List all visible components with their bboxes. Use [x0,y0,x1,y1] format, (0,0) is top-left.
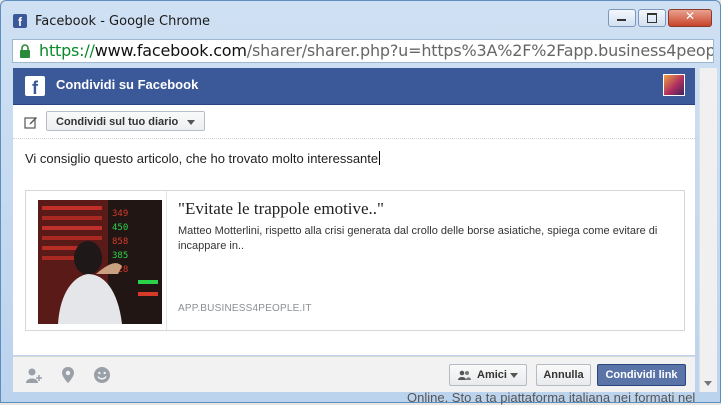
link-description: Matteo Motterlini, rispetto alla crisi g… [178,225,658,252]
ticker-1: 349 [112,209,128,219]
text-cursor [379,151,381,165]
caret-down-icon [187,120,196,125]
share-target-label: Condividi sul tuo diario [56,116,179,128]
smiley-icon[interactable] [93,366,111,384]
share-target-dropdown[interactable]: Condividi sul tuo diario [46,111,206,131]
dialog-header: f Condividi su Facebook [13,68,695,105]
close-icon: ✕ [684,9,696,23]
link-title[interactable]: "Evitate le trappole emotive.." [178,199,384,219]
ticker-3: 858 [112,237,128,247]
scroll-down-icon[interactable] [704,381,712,386]
ticker-2: 450 [112,223,128,233]
share-dialog-body: Condividi sul tuo diario Vi consiglio qu… [13,105,695,355]
message-input[interactable]: Vi consiglio questo articolo, che ho tro… [25,151,381,166]
facebook-logo-icon: f [25,76,45,96]
message-text: Vi consiglio questo articolo, che ho tro… [25,151,379,166]
ticker-4: 385 [112,251,128,261]
link-preview-card[interactable]: 349 450 858 385 328 "Evitate le trappole… [25,190,685,331]
avatar[interactable] [663,74,685,96]
maximize-button[interactable] [638,9,666,27]
facebook-icon: f [13,14,27,29]
minimize-button[interactable] [608,9,636,27]
minimize-icon [617,19,626,21]
location-pin-icon[interactable] [59,366,77,384]
browser-window: f Facebook - Google Chrome ✕ https://www… [0,0,721,403]
audience-label: Amici [477,369,507,381]
dialog-footer: Amici Annulla Condividi link [13,356,695,392]
maximize-icon [647,13,657,23]
dialog-title: Condividi su Facebook [56,77,199,92]
window-controls: ✕ [608,9,712,27]
lock-icon [20,44,30,58]
share-link-button[interactable]: Condividi link [597,364,686,386]
friends-icon [458,370,471,380]
pencil-icon [24,117,37,129]
url-path: /sharer/sharer.php?u=https%3A%2F%2Fapp.b… [246,41,714,60]
add-person-icon[interactable] [25,366,43,384]
title-bar: f Facebook - Google Chrome ✕ [1,1,720,37]
address-bar[interactable]: https://www.facebook.com/sharer/sharer.p… [12,39,714,63]
article-thumbnail: 349 450 858 385 328 [38,200,162,324]
window-title: Facebook - Google Chrome [35,14,211,29]
thumbnail-divider [166,191,167,330]
url-text: https://www.facebook.com/sharer/sharer.p… [39,41,714,60]
cancel-button[interactable]: Annulla [536,364,591,386]
url-host: www.facebook.com [94,41,247,60]
url-scheme: https:// [39,41,95,60]
scrollbar[interactable] [699,68,717,392]
audience-dropdown[interactable]: Amici [449,364,527,386]
share-toolbar: Condividi sul tuo diario [13,105,695,139]
caret-down-icon [510,373,518,378]
link-domain: APP.BUSINESS4PEOPLE.IT [178,303,312,314]
close-button[interactable]: ✕ [668,9,712,27]
